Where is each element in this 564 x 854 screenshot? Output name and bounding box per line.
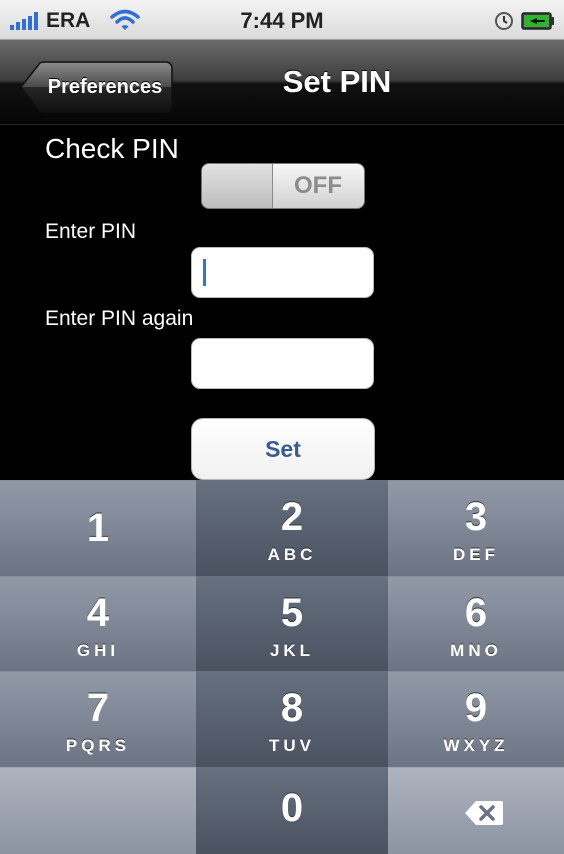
enter-pin-again-label: Enter PIN again (45, 307, 194, 330)
key-0[interactable]: 0 (196, 767, 388, 854)
key-letters: TUV (269, 736, 315, 755)
key-digit: 3 (464, 495, 488, 539)
key-letters: MNO (450, 641, 502, 660)
key-blank (0, 767, 196, 854)
enter-pin-label: Enter PIN (45, 220, 137, 243)
key-5[interactable]: 5 JKL (196, 576, 388, 671)
pin-form: Check PIN OFF Enter PIN Enter PIN again … (0, 125, 564, 480)
toggle-knob[interactable] (202, 164, 273, 208)
key-digit: 8 (280, 686, 304, 730)
check-pin-toggle[interactable]: OFF (201, 163, 365, 209)
battery-icon (521, 12, 554, 30)
key-digit: 0 (280, 786, 304, 830)
page-title: Set PIN (282, 64, 392, 99)
key-1[interactable]: 1 (0, 480, 196, 576)
navigation-bar: Preferences Set PIN (0, 40, 564, 125)
key-letters: PQRS (65, 736, 131, 755)
key-letters: JKL (269, 641, 315, 660)
delete-key[interactable] (388, 767, 564, 854)
clock-icon (495, 12, 513, 30)
key-digit: 9 (464, 686, 488, 730)
numeric-keypad: 1 2 ABC 3 DEF 4 GHI 5 JKL 6 MNO 7 PQRS 8 (0, 480, 564, 854)
key-digit: 4 (86, 591, 110, 635)
backspace-icon (465, 801, 503, 825)
check-pin-label: Check PIN (45, 133, 179, 164)
key-digit: 1 (86, 506, 110, 550)
phone-screen: ERA 7:44 PM Preferences Set PIN Check PI… (0, 0, 564, 854)
key-3[interactable]: 3 DEF (388, 480, 564, 576)
key-digit: 2 (280, 495, 304, 539)
enter-pin-again-input[interactable] (191, 338, 374, 389)
back-button-label: Preferences (47, 76, 163, 98)
key-9[interactable]: 9 WXYZ (388, 671, 564, 767)
key-7[interactable]: 7 PQRS (0, 671, 196, 767)
key-letters: DEF (453, 545, 499, 564)
key-8[interactable]: 8 TUV (196, 671, 388, 767)
key-letters: WXYZ (443, 736, 509, 755)
key-digit: 6 (464, 591, 488, 635)
back-button-preferences[interactable]: Preferences (18, 61, 173, 113)
status-bar: ERA 7:44 PM (0, 0, 564, 40)
enter-pin-input[interactable] (191, 247, 374, 298)
key-digit: 5 (280, 591, 304, 635)
key-letters: GHI (76, 641, 120, 660)
key-letters: ABC (267, 545, 317, 564)
key-6[interactable]: 6 MNO (388, 576, 564, 671)
set-button[interactable]: Set (191, 418, 375, 480)
toggle-state-label: OFF (294, 172, 342, 199)
key-4[interactable]: 4 GHI (0, 576, 196, 671)
key-2[interactable]: 2 ABC (196, 480, 388, 576)
status-time: 7:44 PM (240, 8, 324, 33)
text-caret (203, 259, 206, 286)
key-digit: 7 (86, 686, 110, 730)
